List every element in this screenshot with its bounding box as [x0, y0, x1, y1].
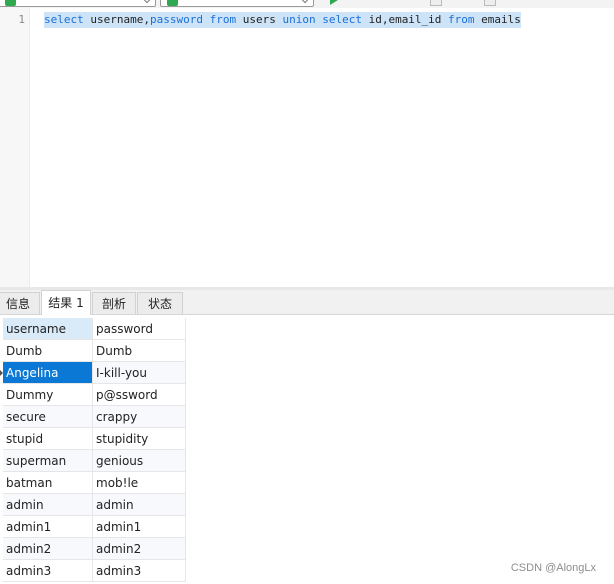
stop-icon[interactable] [430, 0, 442, 6]
tab-status[interactable]: 状态 [137, 292, 183, 314]
cell-username[interactable]: superman [3, 450, 93, 471]
cell-username[interactable]: Dummy [3, 384, 93, 405]
database-select[interactable] [160, 0, 314, 7]
sql-identifier: username, [83, 13, 150, 26]
cell-password[interactable]: crappy [93, 406, 186, 427]
line-number: 1 [18, 13, 25, 26]
cell-username[interactable]: admin3 [3, 560, 93, 581]
sql-code-line[interactable]: select username,password from users unio… [44, 12, 521, 28]
grid-header-row: username password [3, 318, 186, 340]
table-row[interactable]: Dummy p@ssword [3, 384, 186, 406]
sql-keyword: select [44, 13, 84, 26]
cell-password[interactable]: stupidity [93, 428, 186, 449]
table-row[interactable]: batman mob!le [3, 472, 186, 494]
cell-password[interactable]: admin2 [93, 538, 186, 559]
cell-username[interactable]: admin [3, 494, 93, 515]
line-gutter: 1 [0, 8, 30, 287]
cell-password[interactable]: p@ssword [93, 384, 186, 405]
cell-username[interactable]: admin2 [3, 538, 93, 559]
result-tabbar: 信息 结果 1 剖析 状态 [0, 290, 614, 315]
table-row[interactable]: secure crappy [3, 406, 186, 428]
cell-username[interactable]: secure [3, 406, 93, 427]
connection-select[interactable] [0, 0, 156, 7]
cell-username[interactable]: Dumb [3, 340, 93, 361]
cell-password[interactable]: Dumb [93, 340, 186, 361]
cell-password[interactable]: I-kill-you [93, 362, 186, 383]
result-grid[interactable]: username password Dumb Dumb Angelina I-kill… [0, 318, 186, 582]
chevron-down-icon [142, 0, 152, 4]
table-row[interactable]: admin admin [3, 494, 186, 516]
sql-keyword: from [448, 13, 475, 26]
cell-password[interactable]: admin3 [93, 560, 186, 581]
sql-keyword: password [149, 13, 203, 26]
database-icon [167, 0, 178, 6]
cell-username[interactable]: Angelina [3, 362, 93, 383]
current-row-marker-icon [0, 370, 3, 376]
table-row[interactable]: admin2 admin2 [3, 538, 186, 560]
table-row[interactable]: admin1 admin1 [3, 516, 186, 538]
sql-keyword: from [209, 13, 237, 26]
watermark: CSDN @AlongLx [510, 562, 596, 574]
column-header-username[interactable]: username [3, 318, 93, 339]
sql-identifier: emails [474, 13, 521, 26]
sql-identifier: users [236, 13, 283, 26]
run-icon[interactable] [330, 0, 338, 5]
table-row[interactable]: Angelina I-kill-you [0, 362, 186, 384]
explain-icon[interactable] [484, 0, 496, 6]
table-row[interactable]: stupid stupidity [3, 428, 186, 450]
sql-identifier: id,email_id [361, 13, 449, 26]
tab-result-1[interactable]: 结果 1 [41, 290, 91, 315]
tab-profile[interactable]: 剖析 [92, 292, 136, 314]
table-row[interactable]: superman genious [3, 450, 186, 472]
sql-keyword: union [282, 13, 316, 26]
column-header-password[interactable]: password [93, 318, 186, 339]
cell-password[interactable]: genious [93, 450, 186, 471]
sql-editor[interactable]: 1 select username,password from users un… [0, 8, 614, 287]
table-row[interactable]: admin3 admin3 [3, 560, 186, 582]
toolbar [0, 0, 614, 8]
cell-username[interactable]: admin1 [3, 516, 93, 537]
sql-identifier [203, 13, 210, 26]
connection-icon [5, 0, 16, 6]
sql-keyword: select [322, 13, 362, 26]
table-row[interactable]: Dumb Dumb [3, 340, 186, 362]
tab-info[interactable]: 信息 [0, 292, 40, 314]
cell-username[interactable]: batman [3, 472, 93, 493]
cell-password[interactable]: admin1 [93, 516, 186, 537]
chevron-down-icon [300, 0, 310, 4]
cell-password[interactable]: mob!le [93, 472, 186, 493]
app-window: 1 select username,password from users un… [0, 0, 614, 584]
cell-username[interactable]: stupid [3, 428, 93, 449]
cell-password[interactable]: admin [93, 494, 186, 515]
